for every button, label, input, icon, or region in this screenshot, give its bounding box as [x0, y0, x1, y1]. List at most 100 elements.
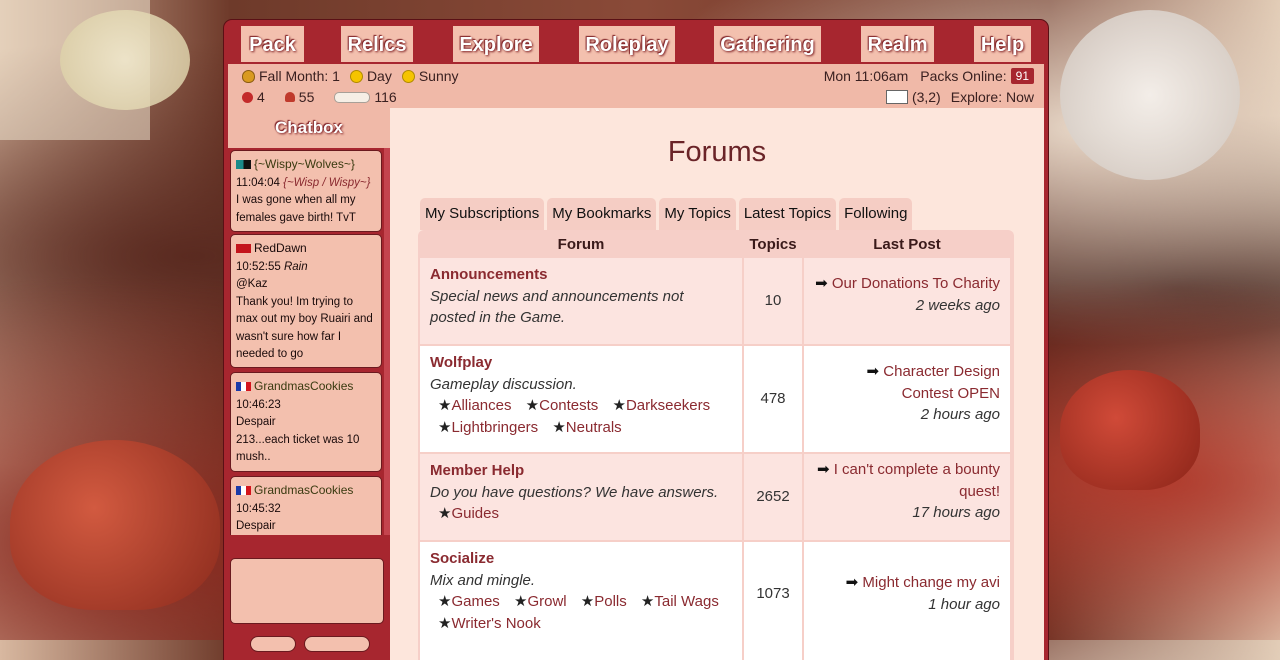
bone-icon [334, 91, 371, 103]
forum-description: Gameplay discussion. [430, 375, 577, 393]
subforum-link[interactable]: Tail Wags [654, 593, 718, 610]
last-post-time: 2 hours ago [920, 406, 1000, 423]
chat-username[interactable]: GrandmasCookies [254, 483, 353, 497]
nav-explore[interactable]: Explore [453, 26, 539, 62]
subforum-link[interactable]: Writer's Nook [451, 615, 540, 632]
tab-my-subscriptions[interactable]: My Subscriptions [420, 198, 545, 230]
forum-name[interactable]: Wolfplay [430, 352, 732, 374]
table-row: Wolfplay Gameplay discussion. ★Alliances… [418, 346, 1014, 452]
butterfly-decoration [1060, 10, 1240, 180]
arrow-right-icon: ➡ [845, 574, 859, 591]
forum-name[interactable]: Announcements [430, 264, 732, 286]
subforum-link[interactable]: Guides [451, 505, 499, 522]
chat-button[interactable] [304, 636, 370, 652]
hearts-count: 4 [257, 89, 265, 105]
forum-table: Forum Topics Last Post Announcements Spe… [418, 230, 1014, 660]
chat-line: Despair [236, 520, 276, 532]
chat-time: 10:52:55 [236, 260, 281, 273]
table-row: Socialize Mix and mingle. ★Games ★Growl … [418, 542, 1014, 660]
subforum-link[interactable]: Lightbringers [451, 419, 538, 436]
topic-count: 2652 [744, 454, 802, 540]
chat-line: max out my boy Ruairi and [236, 313, 373, 325]
chat-button[interactable] [250, 636, 296, 652]
nav-realm[interactable]: Realm [861, 26, 934, 62]
last-post-link[interactable]: Character Design Contest OPEN [883, 363, 1000, 402]
mushroom-decoration [1060, 370, 1200, 490]
table-row: Member Help Do you have questions? We ha… [418, 454, 1014, 540]
chat-time: 10:46:23 [236, 398, 281, 411]
forum-description: Special news and announcements not poste… [430, 287, 684, 327]
star-icon: ★ [438, 397, 452, 414]
table-header: Forum Topics Last Post [418, 230, 1014, 258]
chat-line: 213...each ticket was 10 [236, 433, 360, 446]
forums-panel: Forums My Subscriptions My Bookmarks My … [390, 108, 1044, 660]
last-post-link[interactable]: Our Donations To Charity [832, 275, 1000, 292]
column-header-topics: Topics [749, 236, 797, 253]
butterfly-decoration [60, 10, 190, 110]
nav-pack[interactable]: Pack [241, 26, 304, 62]
subforum-link[interactable]: Contests [539, 397, 598, 414]
star-icon: ★ [525, 397, 540, 414]
star-icon: ★ [438, 505, 452, 522]
nav-help[interactable]: Help [974, 26, 1031, 62]
mushroom-decoration [10, 440, 220, 610]
subforum-link[interactable]: Games [451, 593, 499, 610]
nav-relics[interactable]: Relics [341, 26, 413, 62]
chat-line: females gave birth! TvT [236, 211, 356, 224]
page-title: Forums [667, 136, 767, 168]
subforum-link[interactable]: Neutrals [566, 419, 622, 436]
arrow-right-icon: ➡ [866, 363, 880, 380]
chat-alias: Rain [283, 260, 308, 273]
forum-name[interactable]: Socialize [430, 548, 732, 570]
season-icon [242, 69, 255, 83]
chat-time: 10:45:32 [236, 502, 281, 515]
chat-message: {~Wispy~Wolves~} 11:04:04 {~Wisp / Wispy… [230, 150, 382, 232]
tab-following[interactable]: Following [839, 198, 913, 230]
star-icon: ★ [580, 593, 595, 610]
arrow-right-icon: ➡ [815, 275, 828, 292]
explore-status[interactable]: Explore: Now [951, 87, 1034, 107]
sun-icon [349, 69, 363, 83]
subforum-link[interactable]: Growl [527, 593, 566, 610]
chat-message: GrandmasCookies 10:46:23 Despair 213...e… [230, 372, 382, 472]
forum-name[interactable]: Member Help [430, 460, 732, 482]
column-header-forum: Forum [557, 236, 605, 253]
packs-online-badge[interactable]: 91 [1010, 68, 1034, 84]
forum-tabs: My Subscriptions My Bookmarks My Topics … [420, 198, 913, 230]
subforum-link[interactable]: Darkseekers [626, 397, 710, 414]
flag-icon [236, 486, 251, 496]
nav-gathering[interactable]: Gathering [714, 26, 821, 62]
packs-online-label: Packs Online: [920, 68, 1007, 84]
last-post-time: 17 hours ago [912, 504, 1000, 521]
column-header-last-post: Last Post [873, 236, 941, 253]
tab-my-bookmarks[interactable]: My Bookmarks [547, 198, 657, 230]
last-post-time: 1 hour ago [928, 595, 1000, 613]
mushroom-icon [284, 92, 295, 102]
tab-latest-topics[interactable]: Latest Topics [738, 198, 837, 230]
coords: (3,2) [911, 89, 941, 105]
clock: Mon 11:06am [823, 68, 909, 84]
bones-count: 116 [374, 89, 397, 105]
last-post-link[interactable]: I can't complete a bounty quest! [834, 461, 1000, 500]
chat-username[interactable]: GrandmasCookies [254, 379, 353, 393]
chat-username[interactable]: {~Wispy~Wolves~} [254, 157, 355, 171]
star-icon: ★ [612, 397, 626, 414]
forum-description: Mix and mingle. [430, 571, 536, 589]
nav-roleplay[interactable]: Roleplay [579, 26, 675, 62]
flag-icon [236, 244, 251, 254]
flag-icon [236, 382, 251, 392]
subforum-link[interactable]: Polls [594, 593, 627, 610]
arrow-right-icon: ➡ [816, 461, 830, 478]
chat-message: RedDawn 10:52:55 Rain @Kaz Thank you! Im… [230, 234, 382, 368]
chat-line: wasn't sure how far I [236, 330, 342, 343]
chat-username[interactable]: RedDawn [254, 241, 307, 255]
tab-my-topics[interactable]: My Topics [659, 198, 736, 230]
subforum-link[interactable]: Alliances [451, 397, 511, 414]
last-post-link[interactable]: Might change my avi [862, 574, 1000, 591]
chat-input[interactable] [230, 558, 384, 624]
time-of-day: Day [366, 68, 392, 84]
chatbox: Chatbox {~Wispy~Wolves~} 11:04:04 {~Wisp… [228, 108, 390, 660]
mushrooms-count: 55 [298, 89, 315, 105]
mail-icon[interactable] [885, 90, 908, 104]
chat-line: mush.. [236, 451, 271, 463]
